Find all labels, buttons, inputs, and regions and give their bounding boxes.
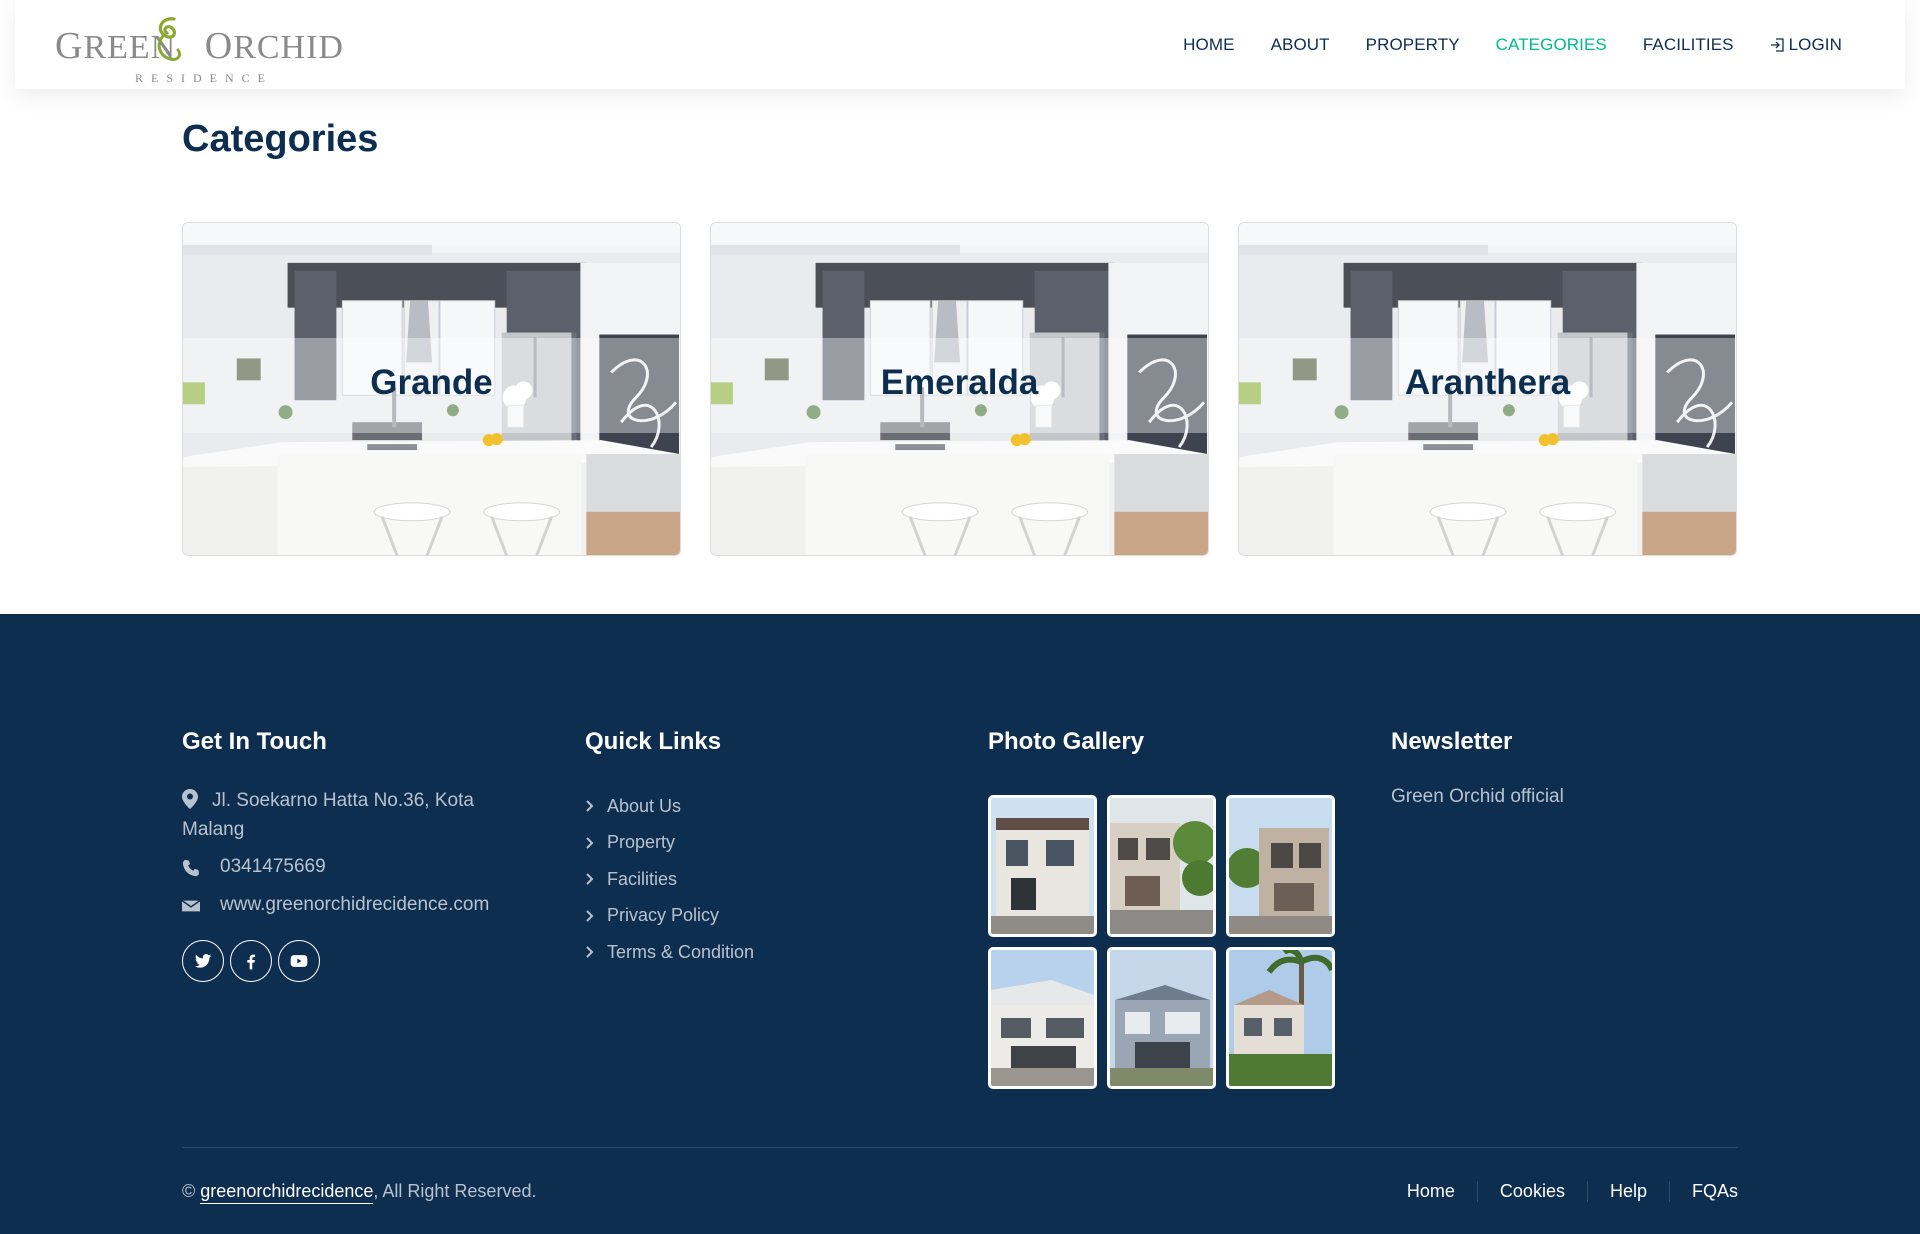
logo-tagline: RESIDENCE (135, 71, 273, 85)
quick-link-label: Terms & Condition (607, 941, 755, 962)
newsletter-title: Newsletter (1391, 728, 1513, 755)
envelope-icon (182, 900, 200, 912)
quick-link-label: Property (607, 832, 676, 853)
nav-login[interactable]: LOGIN (1770, 35, 1842, 55)
twitter-button[interactable] (182, 940, 224, 982)
nav-facilities[interactable]: FACILITIES (1643, 35, 1734, 55)
youtube-button[interactable] (278, 940, 320, 982)
category-title: Aranthera (1404, 363, 1571, 402)
quick-link-terms[interactable]: Terms & Condition (585, 934, 754, 971)
quick-link-label: Facilities (607, 868, 678, 889)
copyright: © greenorchidrecidence, All Right Reserv… (182, 1181, 537, 1204)
house-photo (1229, 950, 1332, 1086)
copyright-site-link[interactable]: greenorchidrecidence (200, 1181, 374, 1204)
gallery-photo[interactable] (1226, 795, 1335, 937)
nav-categories[interactable]: CATEGORIES (1496, 35, 1607, 55)
youtube-icon (290, 955, 308, 967)
website-text: www.greenorchidrecidence.com (220, 894, 490, 915)
house-photo (1110, 798, 1213, 934)
house-photo (991, 950, 1094, 1086)
quick-links-title: Quick Links (585, 728, 722, 755)
footer-divider (182, 1147, 1738, 1148)
address-text: Jl. Soekarno Hatta No.36, Kota Malang (182, 790, 474, 840)
logo-wordmark: GREEN ORCHID (55, 25, 344, 67)
map-marker-icon (182, 789, 198, 809)
nav-login-label: LOGIN (1788, 34, 1842, 54)
category-card-aranthera[interactable]: Aranthera (1238, 222, 1737, 556)
gallery-photo[interactable] (1107, 795, 1216, 937)
chevron-right-icon (586, 946, 594, 958)
chevron-right-icon (586, 910, 594, 922)
nav-about[interactable]: ABOUT (1271, 35, 1330, 55)
chevron-right-icon (586, 837, 594, 849)
footer-link-fqas[interactable]: FQAs (1670, 1181, 1738, 1202)
contact-address: Jl. Soekarno Hatta No.36, Kota Malang (182, 786, 512, 844)
nav-property[interactable]: PROPERTY (1366, 35, 1460, 55)
gallery-photo[interactable] (988, 947, 1097, 1089)
category-cards: Grande Emeralda Aranthera (182, 222, 1737, 556)
house-photo (1229, 798, 1332, 934)
main-nav: HOME ABOUT PROPERTY CATEGORIES FACILITIE… (1147, 0, 1842, 89)
orchid-swirl-icon (157, 17, 182, 61)
category-title: Grande (370, 363, 493, 402)
category-title: Emeralda (880, 363, 1039, 402)
phone-icon (182, 859, 199, 877)
phone-text: 0341475669 (220, 856, 326, 877)
quick-link-privacy-policy[interactable]: Privacy Policy (585, 898, 754, 935)
newsletter-text: Green Orchid official (1391, 786, 1564, 807)
copyright-suffix: , All Right Reserved. (373, 1181, 537, 1201)
chevron-right-icon (586, 873, 594, 885)
house-photo (991, 798, 1094, 934)
copyright-symbol: © (182, 1181, 196, 1201)
contact-website: www.greenorchidrecidence.com (182, 894, 489, 916)
gallery-photo[interactable] (1107, 947, 1216, 1089)
photo-gallery (988, 795, 1335, 1089)
photo-gallery-title: Photo Gallery (988, 728, 1145, 755)
twitter-icon (194, 954, 212, 968)
gallery-photo[interactable] (1226, 947, 1335, 1089)
contact-phone: 0341475669 (182, 856, 326, 878)
quick-link-label: About Us (607, 795, 682, 816)
gallery-photo[interactable] (988, 795, 1097, 937)
chevron-right-icon (586, 800, 594, 812)
facebook-button[interactable] (230, 940, 272, 982)
get-in-touch-title: Get In Touch (182, 728, 327, 755)
quick-link-label: Privacy Policy (607, 905, 720, 926)
house-photo (1110, 950, 1213, 1086)
quick-link-facilities[interactable]: Facilities (585, 861, 754, 898)
login-icon (1770, 37, 1784, 52)
footer: Get In Touch Jl. Soekarno Hatta No.36, K… (0, 614, 1920, 1234)
quick-links: About Us Property Facilities Privacy Pol… (585, 788, 754, 971)
nav-home[interactable]: HOME (1183, 35, 1234, 55)
quick-link-property[interactable]: Property (585, 825, 754, 862)
footer-link-help[interactable]: Help (1588, 1181, 1670, 1202)
social-links (182, 940, 326, 982)
navbar: GREEN ORCHID RESIDENCE HOME ABOUT PROPER… (15, 0, 1905, 89)
category-card-grande[interactable]: Grande (182, 222, 681, 556)
page-title: Categories (182, 118, 379, 160)
facebook-icon (247, 954, 255, 970)
footer-menu: Home Cookies Help FQAs (1407, 1181, 1738, 1202)
footer-link-home[interactable]: Home (1407, 1181, 1478, 1202)
quick-link-about-us[interactable]: About Us (585, 788, 754, 825)
footer-link-cookies[interactable]: Cookies (1478, 1181, 1588, 1202)
logo[interactable]: GREEN ORCHID RESIDENCE (41, 10, 344, 85)
category-card-emeralda[interactable]: Emeralda (710, 222, 1209, 556)
